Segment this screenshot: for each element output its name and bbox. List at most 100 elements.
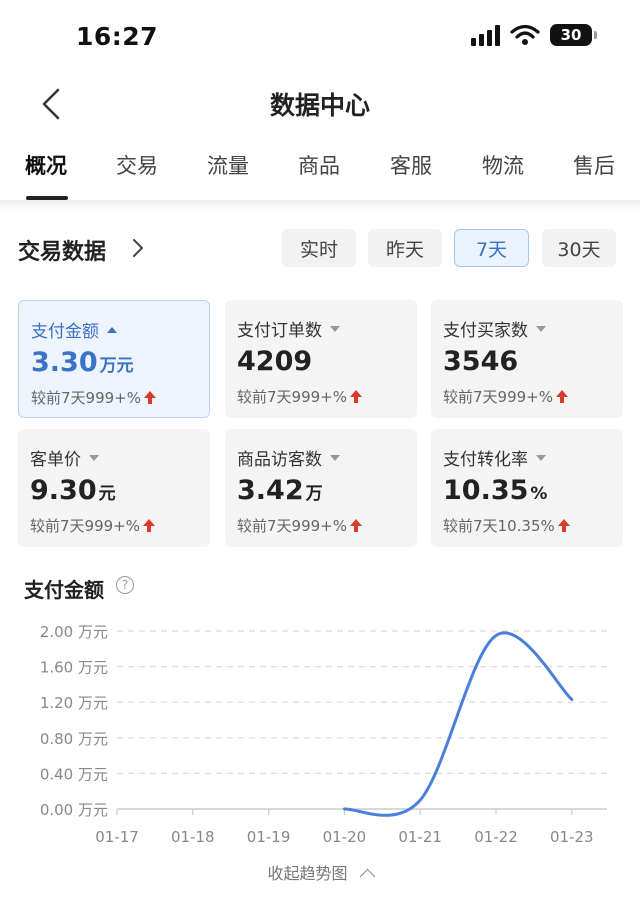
metric-value: 4209 [237, 346, 314, 377]
metric-value: 3.42 万 [237, 475, 323, 506]
caret-down-icon [89, 455, 99, 461]
metric-label-text: 支付订单数 [237, 321, 322, 341]
tab-products[interactable]: 商品 [298, 150, 340, 180]
metric-value-number: 3.30 [31, 347, 98, 378]
trade-data-title[interactable]: 交易数据 [18, 234, 106, 266]
arrow-up-icon [557, 519, 570, 533]
metric-label-text: 支付转化率 [443, 450, 528, 470]
metric-compare: 较前7天999+% [237, 515, 362, 536]
y-tick-label: 0.80 万元 [40, 730, 108, 748]
range-yesterday-button[interactable]: 昨天 [368, 229, 442, 267]
metric-card-buyer-count[interactable]: 支付买家数 3546 较前7天999+% [431, 300, 623, 418]
metric-unit: 万 [305, 484, 323, 504]
metric-value: 9.30 元 [30, 475, 116, 506]
metric-label-text: 支付金额 [31, 322, 99, 342]
wifi-icon [510, 24, 540, 45]
y-tick-label: 1.20 万元 [40, 694, 108, 712]
tab-after-sales[interactable]: 售后 [573, 150, 615, 180]
payment-amount-line-chart: 0.00 万元 0.40 万元 0.80 万元 1.20 万元 1.60 万元 2.00 … [40, 623, 607, 846]
tab-divider [0, 200, 640, 210]
caret-down-icon [330, 326, 340, 332]
arrow-up-icon [350, 390, 362, 404]
battery-level: 30 [560, 26, 582, 44]
metric-card-avg-order-value[interactable]: 客单价 9.30 元 较前7天999+% [18, 429, 210, 547]
caret-up-icon [107, 327, 117, 333]
range-7days-button[interactable]: 7天 [454, 229, 529, 267]
y-tick-label: 2.00 万元 [40, 623, 108, 641]
chevron-right-icon[interactable] [128, 238, 148, 258]
metric-compare: 较前7天999+% [237, 386, 362, 407]
battery-icon: 30 [550, 24, 597, 46]
chart-title: 支付金额 [24, 578, 104, 602]
series-line [342, 631, 574, 817]
metric-compare-text: 较前7天999+% [443, 388, 553, 406]
metric-label: 支付买家数 [443, 316, 546, 341]
metric-card-product-visitors[interactable]: 商品访客数 3.42 万 较前7天999+% [225, 429, 417, 547]
y-tick-label: 1.60 万元 [40, 659, 108, 677]
metric-compare-text: 较前7天999+% [237, 517, 347, 535]
collapse-trend-button[interactable]: 收起趋势图 [0, 860, 640, 885]
range-realtime-button[interactable]: 实时 [282, 229, 356, 267]
metric-compare-text: 较前7天999+% [237, 388, 347, 406]
cellular-signal-icon [471, 24, 500, 46]
metric-value: 3.30 万元 [31, 347, 134, 378]
x-tick-label: 01-22 [474, 828, 518, 846]
metric-label-text: 客单价 [30, 450, 81, 470]
metric-value-number: 3.42 [237, 475, 304, 506]
metric-card-order-count[interactable]: 支付订单数 4209 较前7天999+% [225, 300, 417, 418]
page-title: 数据中心 [269, 91, 370, 120]
x-tick-label: 01-19 [247, 828, 291, 846]
range-30days-button[interactable]: 30天 [542, 229, 616, 267]
tab-logistics[interactable]: 物流 [482, 150, 524, 180]
tab-bar: 概况 交易 流量 商品 客服 物流 售后 [0, 150, 640, 202]
x-tick-label: 01-20 [323, 828, 367, 846]
metric-label-text: 支付买家数 [443, 321, 528, 341]
metric-compare: 较前7天999+% [443, 386, 568, 407]
x-tick-label: 01-23 [550, 828, 594, 846]
tab-overview[interactable]: 概况 [25, 150, 67, 180]
arrow-up-icon [350, 519, 362, 533]
metric-unit: 万元 [99, 356, 134, 376]
arrow-up-icon [143, 519, 155, 533]
caret-down-icon [536, 326, 546, 332]
x-tick-label: 01-18 [171, 828, 215, 846]
metric-unit: 元 [98, 484, 116, 504]
x-tick-label: 01-17 [95, 828, 139, 846]
metric-compare-text: 较前7天999+% [30, 517, 140, 535]
metric-compare-text: 较前7天999+% [31, 389, 141, 407]
metric-value: 3546 [443, 346, 520, 377]
chevron-up-icon [359, 868, 375, 885]
metric-compare: 较前7天999+% [31, 387, 156, 408]
metric-compare: 较前7天10.35% [443, 515, 570, 536]
question-circle-icon[interactable]: ? [116, 576, 134, 594]
metric-card-payment-amount[interactable]: 支付金额 3.30 万元 较前7天999+% [18, 300, 210, 418]
metric-value-number: 10.35 [443, 475, 529, 506]
metric-label: 支付转化率 [443, 445, 546, 470]
metric-label: 商品访客数 [237, 445, 340, 470]
y-tick-label: 0.40 万元 [40, 765, 108, 783]
collapse-trend-label: 收起趋势图 [267, 864, 348, 883]
metric-label: 客单价 [30, 445, 99, 470]
status-icons: 30 [471, 24, 597, 46]
arrow-up-icon [556, 390, 568, 404]
metric-value-number: 9.30 [30, 475, 97, 506]
metric-unit: % [530, 484, 548, 504]
metric-value-number: 4209 [237, 346, 313, 377]
metric-compare: 较前7天999+% [30, 515, 155, 536]
metric-label: 支付金额 [31, 317, 117, 342]
y-tick-label: 0.00 万元 [40, 801, 108, 819]
tab-trade[interactable]: 交易 [116, 150, 158, 180]
caret-down-icon [330, 455, 340, 461]
metric-compare-text: 较前7天10.35% [443, 517, 555, 535]
status-time: 16:27 [76, 22, 159, 51]
tab-customer-service[interactable]: 客服 [390, 150, 432, 180]
caret-down-icon [536, 455, 546, 461]
status-bar: 16:27 30 [0, 0, 640, 72]
arrow-up-icon [144, 391, 156, 405]
metric-label: 支付订单数 [237, 316, 340, 341]
x-tick-label: 01-21 [398, 828, 442, 846]
metric-card-conversion-rate[interactable]: 支付转化率 10.35% 较前7天10.35% [431, 429, 623, 547]
metric-value-number: 3546 [443, 346, 519, 377]
tab-traffic[interactable]: 流量 [207, 150, 249, 180]
metric-label-text: 商品访客数 [237, 450, 322, 470]
